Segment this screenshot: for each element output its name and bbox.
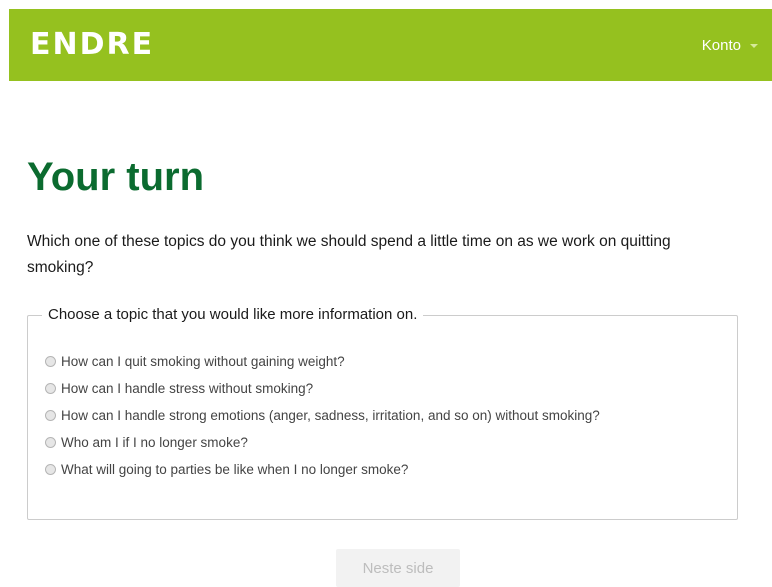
radio-button[interactable] [45, 464, 56, 475]
option-label[interactable]: How can I handle strong emotions (anger,… [61, 408, 600, 423]
topic-option[interactable]: How can I handle strong emotions (anger,… [45, 402, 600, 429]
radio-button[interactable] [45, 410, 56, 421]
radio-button[interactable] [45, 437, 56, 448]
radio-button[interactable] [45, 356, 56, 367]
logo[interactable]: ENDRE [30, 27, 154, 63]
page-title: Your turn [27, 155, 205, 199]
intro-text: Which one of these topics do you think w… [27, 233, 671, 276]
option-label[interactable]: Who am I if I no longer smoke? [61, 435, 248, 450]
next-page-button[interactable]: Neste side [336, 549, 460, 587]
radio-button[interactable] [45, 383, 56, 394]
option-label[interactable]: How can I handle stress without smoking? [61, 381, 313, 396]
topic-option[interactable]: How can I quit smoking without gaining w… [45, 348, 600, 375]
topic-fieldset: Choose a topic that you would like more … [27, 305, 738, 520]
account-menu-label: Konto [701, 37, 741, 54]
option-label[interactable]: How can I quit smoking without gaining w… [61, 354, 345, 369]
top-navbar: ENDRE Konto [9, 9, 772, 81]
option-label[interactable]: What will going to parties be like when … [61, 462, 408, 477]
topic-option[interactable]: Who am I if I no longer smoke? [45, 429, 600, 456]
topic-option[interactable]: How can I handle stress without smoking? [45, 375, 600, 402]
caret-down-icon [750, 44, 758, 49]
fieldset-legend: Choose a topic that you would like more … [42, 305, 424, 325]
topic-options-list: How can I quit smoking without gaining w… [45, 348, 600, 483]
account-menu[interactable]: Konto [702, 37, 758, 55]
topic-option[interactable]: What will going to parties be like when … [45, 456, 600, 483]
